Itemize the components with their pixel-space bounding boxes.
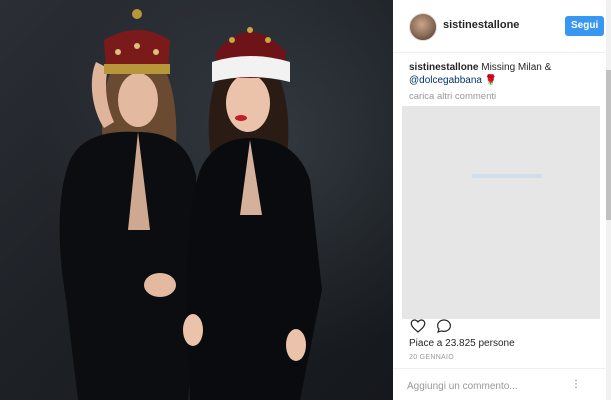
post-side-panel: sistinestallone Segui sistinestallone Mi… bbox=[393, 0, 611, 400]
post-photo[interactable] bbox=[0, 0, 393, 400]
scrollbar[interactable] bbox=[606, 0, 611, 400]
scrollbar-thumb[interactable] bbox=[606, 70, 611, 220]
post-caption: sistinestallone Missing Milan & @dolcega… bbox=[409, 61, 599, 87]
comment-input[interactable] bbox=[407, 377, 557, 395]
load-more-comments-link[interactable]: carica altri commenti bbox=[409, 91, 496, 102]
heart-icon[interactable] bbox=[409, 317, 427, 335]
caption-text: Missing Milan & bbox=[481, 62, 552, 73]
action-bar bbox=[409, 317, 469, 337]
photo-illustration bbox=[59, 9, 322, 400]
caption-mention-link[interactable]: @dolcegabbana bbox=[409, 75, 482, 86]
caption-username[interactable]: sistinestallone bbox=[409, 62, 478, 73]
comment-bubble-icon[interactable] bbox=[435, 317, 453, 335]
likes-count[interactable]: Piace a 23.825 persone bbox=[409, 338, 515, 349]
post-date[interactable]: 20 GENNAIO bbox=[409, 354, 454, 361]
blurred-comment-text bbox=[472, 174, 542, 178]
header-username[interactable]: sistinestallone bbox=[443, 19, 519, 31]
comments-placeholder-block bbox=[402, 106, 600, 319]
avatar[interactable] bbox=[409, 13, 437, 41]
post-header: sistinestallone Segui bbox=[393, 0, 611, 53]
rose-emoji-icon: 🌹 bbox=[484, 75, 498, 86]
follow-button[interactable]: Segui bbox=[565, 16, 605, 36]
more-options-icon[interactable]: ⋮ bbox=[571, 379, 581, 390]
comment-form: ⋮ bbox=[393, 368, 611, 401]
